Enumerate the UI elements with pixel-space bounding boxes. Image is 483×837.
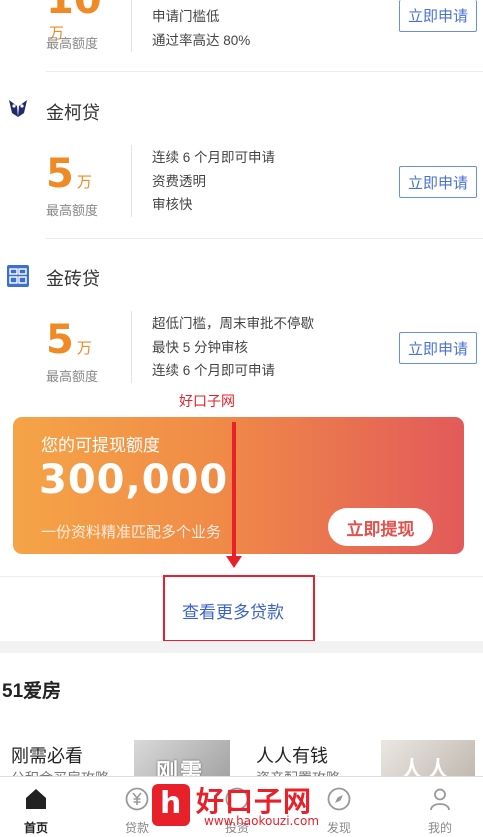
apply-button[interactable]: 立即申请 bbox=[399, 0, 477, 32]
amount-unit: 万 bbox=[76, 340, 92, 357]
loan-features: 超低门槛，周末审批不停歇 最快 5 分钟审核 连续 6 个月即可申请 bbox=[152, 312, 314, 383]
feature-text: 通过率高达 80% bbox=[152, 32, 251, 48]
amount-value: 5 bbox=[46, 317, 74, 363]
cash-card-amount: 300,000 bbox=[39, 457, 229, 503]
tab-label: 我的 bbox=[427, 821, 452, 835]
article-title: 刚需必看 bbox=[11, 746, 83, 766]
brick-logo-icon bbox=[6, 264, 30, 288]
watermark-logo: h 好口子网 www.haokouzi.com bbox=[152, 778, 320, 834]
tab-label: 首页 bbox=[23, 821, 48, 835]
loan-name: 金砖贷 bbox=[46, 269, 100, 289]
home-icon bbox=[24, 787, 48, 811]
apply-button[interactable]: 立即申请 bbox=[399, 332, 477, 364]
divider bbox=[131, 145, 132, 217]
section-separator bbox=[0, 641, 483, 653]
tab-mine[interactable]: 我的 bbox=[400, 777, 480, 837]
max-amount: 5万 最高额度 bbox=[46, 151, 106, 218]
max-amount: 10万 最高额度 bbox=[46, 0, 106, 51]
loan-features: 连续 6 个月即可申请 资费透明 审核快 bbox=[152, 146, 275, 217]
yuan-coin-icon bbox=[125, 787, 149, 811]
annotation-arrow-line bbox=[232, 422, 236, 560]
max-amount: 5万 最高额度 bbox=[46, 317, 106, 384]
section-title: 51爱房 bbox=[2, 681, 62, 702]
feature-text: 审核快 bbox=[152, 197, 193, 212]
app-screen: 10万 最高额度 申请门槛低 通过率高达 80% 立即申请 金柯贷 5万 最高额… bbox=[0, 0, 483, 837]
amount-value: 10 bbox=[46, 0, 102, 23]
apply-button[interactable]: 立即申请 bbox=[399, 166, 477, 198]
butterfly-logo-icon bbox=[6, 97, 30, 121]
feature-text: 超低门槛，周末审批不停歇 bbox=[152, 316, 314, 331]
cash-withdraw-card[interactable]: 您的可提现额度 300,000 一份资料精准匹配多个业务 立即提现 bbox=[13, 417, 464, 554]
feature-text: 连续 6 个月即可申请 bbox=[152, 150, 276, 165]
amount-caption: 最高额度 bbox=[46, 36, 99, 51]
loan-name: 金柯贷 bbox=[46, 103, 100, 123]
annotation-arrow-head-icon bbox=[226, 556, 242, 568]
compass-icon bbox=[327, 787, 351, 811]
watermark-text: 好口子网 bbox=[179, 393, 235, 409]
amount-caption: 最高额度 bbox=[46, 369, 99, 384]
feature-text: 连续 6 个月即可申请 bbox=[152, 363, 276, 378]
watermark-url: www.haokouzi.com bbox=[204, 814, 320, 828]
amount-value: 5 bbox=[46, 151, 74, 197]
feature-text: 申请门槛低 bbox=[152, 9, 220, 24]
cash-card-description: 一份资料精准匹配多个业务 bbox=[41, 524, 222, 541]
amount-caption: 最高额度 bbox=[46, 203, 99, 218]
loan-features: 申请门槛低 通过率高达 80% bbox=[152, 5, 250, 52]
divider bbox=[46, 238, 483, 239]
divider bbox=[46, 71, 483, 72]
article-title: 人人有钱 bbox=[256, 746, 328, 766]
tab-home[interactable]: 首页 bbox=[0, 777, 76, 837]
divider bbox=[131, 0, 132, 52]
feature-text: 最快 5 分钟审核 bbox=[152, 339, 249, 355]
user-icon bbox=[428, 787, 452, 811]
amount-unit: 万 bbox=[76, 174, 92, 191]
watermark-badge: h bbox=[152, 784, 190, 826]
feature-text: 资费透明 bbox=[152, 173, 206, 189]
withdraw-button[interactable]: 立即提现 bbox=[328, 508, 433, 546]
divider bbox=[131, 311, 132, 383]
annotation-highlight-box bbox=[163, 575, 315, 642]
watermark-badge-letter: h bbox=[160, 786, 182, 821]
cash-card-title: 您的可提现额度 bbox=[41, 436, 160, 455]
